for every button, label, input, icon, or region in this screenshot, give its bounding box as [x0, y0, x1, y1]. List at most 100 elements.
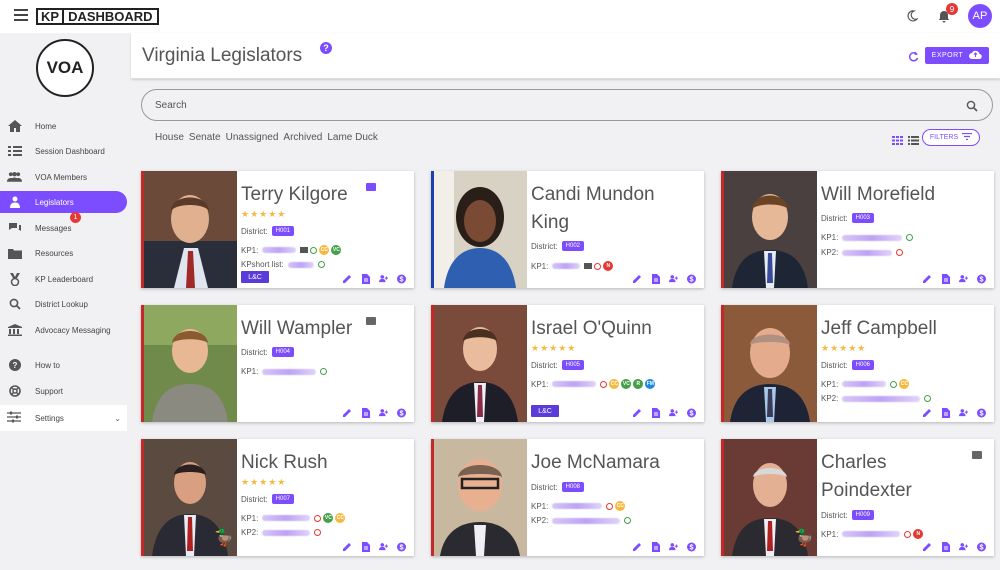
search-input[interactable] — [155, 98, 935, 112]
edit-icon[interactable] — [633, 408, 642, 417]
mail-icon[interactable] — [366, 183, 376, 191]
card-actions: $ — [923, 407, 986, 418]
district-chip[interactable]: H009 — [851, 510, 875, 520]
edit-icon[interactable] — [923, 274, 932, 283]
document-icon[interactable] — [651, 541, 660, 552]
add-person-icon[interactable] — [959, 274, 968, 283]
add-person-icon[interactable] — [959, 542, 968, 551]
legislator-card[interactable]: Joe McNamara District: H008 KP1: CC KP2: $ — [431, 439, 704, 556]
donation-icon[interactable]: $ — [977, 408, 986, 417]
legislator-name[interactable]: Jeff Campbell — [821, 315, 971, 343]
location-pin-icon — [314, 529, 322, 536]
donation-icon[interactable]: $ — [687, 408, 696, 417]
edit-icon[interactable] — [343, 274, 352, 283]
district-chip[interactable]: H005 — [561, 360, 585, 370]
tab-unassigned[interactable]: Unassigned — [226, 132, 279, 143]
search-icon[interactable] — [966, 99, 978, 117]
document-icon[interactable] — [651, 407, 660, 418]
legislator-name[interactable]: Joe McNamara — [531, 449, 681, 477]
add-person-icon[interactable] — [669, 542, 678, 551]
donation-icon[interactable]: $ — [977, 542, 986, 551]
edit-icon[interactable] — [923, 542, 932, 551]
menu-icon[interactable] — [14, 9, 28, 21]
filters-button[interactable]: FILTERS — [922, 129, 980, 146]
add-person-icon[interactable] — [669, 274, 678, 283]
app-logo[interactable]: KP DASHBOARD — [36, 8, 159, 25]
district-chip[interactable]: H008 — [561, 482, 585, 492]
sidebar-item-advocacy-messaging[interactable]: Advocacy Messaging — [0, 319, 127, 341]
district-chip[interactable]: H004 — [271, 347, 295, 357]
donation-icon[interactable]: $ — [397, 542, 406, 551]
document-icon[interactable] — [941, 273, 950, 284]
sidebar-item-resources[interactable]: Resources — [0, 242, 127, 264]
legislator-card[interactable]: 🦆 Charles Poindexter District: H009 KP1: N… — [721, 439, 994, 556]
edit-icon[interactable] — [923, 408, 932, 417]
donation-icon[interactable]: $ — [397, 408, 406, 417]
district-chip[interactable]: H002 — [561, 241, 585, 251]
help-icon[interactable]: ? — [320, 42, 332, 54]
sidebar-item-kp-leaderboard[interactable]: KP Leaderboard — [0, 268, 127, 290]
notifications-bell-icon[interactable]: 9 — [936, 3, 958, 24]
tab-senate[interactable]: Senate — [189, 132, 221, 143]
legislator-card[interactable]: Terry Kilgore ★★★★★ District: H001 KP1: CC… — [141, 171, 414, 288]
legislator-card[interactable]: Candi Mundon King District: H002 KP1: N $ — [431, 171, 704, 288]
add-person-icon[interactable] — [669, 408, 678, 417]
tab-house[interactable]: House — [155, 132, 184, 143]
legislator-card[interactable]: Will Morefield District: H003 KP1: KP2: $ — [721, 171, 994, 288]
add-person-icon[interactable] — [379, 274, 388, 283]
committee-chip[interactable]: L&C — [241, 271, 269, 283]
grid-view-icon[interactable] — [892, 132, 903, 150]
donation-icon[interactable]: $ — [687, 542, 696, 551]
add-person-icon[interactable] — [379, 408, 388, 417]
sidebar-item-district-lookup[interactable]: District Lookup — [0, 293, 127, 315]
document-icon[interactable] — [941, 541, 950, 552]
sidebar-item-voa-members[interactable]: VOA Members — [0, 166, 127, 188]
edit-icon[interactable] — [343, 542, 352, 551]
mail-icon[interactable] — [366, 317, 376, 325]
sidebar-item-messages[interactable]: Messages 1 — [0, 212, 127, 239]
sidebar-item-how-to[interactable]: ? How to — [0, 354, 127, 376]
list-view-icon[interactable] — [908, 132, 919, 150]
edit-icon[interactable] — [633, 274, 642, 283]
sidebar-item-label: Resources — [35, 248, 74, 258]
mail-icon[interactable] — [972, 451, 982, 459]
legislator-name[interactable]: Will Morefield — [821, 181, 971, 209]
add-person-icon[interactable] — [959, 408, 968, 417]
legislator-card[interactable]: Israel O'Quinn ★★★★★ District: H005 KP1: C… — [431, 305, 704, 422]
document-icon[interactable] — [941, 407, 950, 418]
document-icon[interactable] — [651, 273, 660, 284]
donation-icon[interactable]: $ — [977, 274, 986, 283]
document-icon[interactable] — [361, 541, 370, 552]
add-person-icon[interactable] — [379, 542, 388, 551]
refresh-icon[interactable] — [908, 49, 919, 67]
district-chip[interactable]: H006 — [851, 360, 875, 370]
district-chip[interactable]: H007 — [271, 494, 295, 504]
edit-icon[interactable] — [633, 542, 642, 551]
district-chip[interactable]: H001 — [271, 226, 295, 236]
committee-chip[interactable]: L&C — [531, 405, 559, 417]
district-chip[interactable]: H003 — [851, 213, 875, 223]
dark-mode-icon[interactable] — [904, 8, 920, 24]
legislator-card[interactable]: Jeff Campbell ★★★★★ District: H006 KP1: CC… — [721, 305, 994, 422]
legislator-card[interactable]: Will Wampler District: H004 KP1: $ — [141, 305, 414, 422]
district-row: District: H008 — [531, 482, 585, 492]
legislator-name[interactable]: Charles Poindexter — [821, 449, 971, 505]
donation-icon[interactable]: $ — [687, 274, 696, 283]
legislator-name[interactable]: Israel O'Quinn — [531, 315, 681, 343]
document-icon[interactable] — [361, 273, 370, 284]
sidebar-item-session-dashboard[interactable]: Session Dashboard — [0, 140, 127, 162]
export-button[interactable]: EXPORT — [925, 47, 989, 64]
donation-icon[interactable]: $ — [397, 274, 406, 283]
tab-archived[interactable]: Archived — [283, 132, 322, 143]
sidebar-item-support[interactable]: Support — [0, 380, 127, 402]
sidebar-item-legislators[interactable]: Legislators — [0, 191, 127, 213]
document-icon[interactable] — [361, 407, 370, 418]
legislator-card[interactable]: 🦆 Nick Rush ★★★★★ District: H007 KP1: VC CC… — [141, 439, 414, 556]
sidebar-item-settings[interactable]: Settings ⌄ — [0, 405, 127, 431]
legislator-name[interactable]: Nick Rush — [241, 449, 391, 477]
user-avatar[interactable]: AP — [968, 4, 992, 28]
edit-icon[interactable] — [343, 408, 352, 417]
legislator-name[interactable]: Candi Mundon King — [531, 181, 681, 237]
sidebar-item-home[interactable]: Home — [0, 115, 127, 137]
tab-lame-duck[interactable]: Lame Duck — [327, 132, 378, 143]
